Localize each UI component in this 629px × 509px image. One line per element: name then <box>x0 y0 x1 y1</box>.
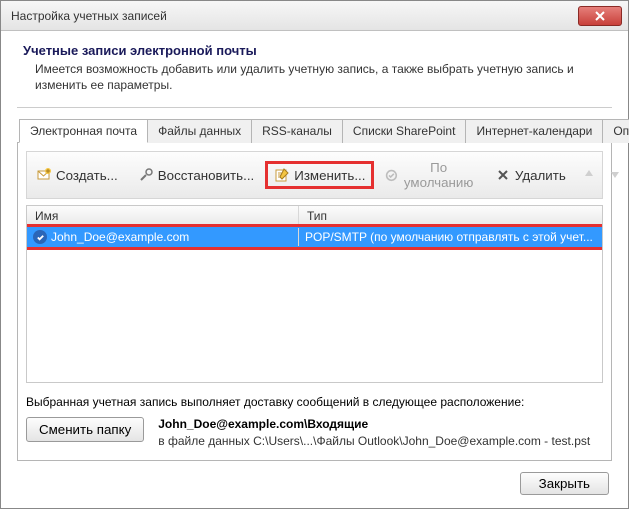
default-icon <box>385 167 398 183</box>
delivery-intro: Выбранная учетная запись выполняет доста… <box>26 395 603 409</box>
edit-label: Изменить... <box>294 168 365 183</box>
delete-button[interactable]: Удалить <box>488 163 573 187</box>
close-dialog-button[interactable]: Закрыть <box>520 472 609 495</box>
table-header: Имя Тип <box>27 206 602 227</box>
change-folder-button[interactable]: Сменить папку <box>26 417 144 442</box>
tab-published[interactable]: Опубликован <box>602 119 629 143</box>
delivery-section: Выбранная учетная запись выполняет доста… <box>26 395 603 448</box>
check-icon <box>33 230 47 244</box>
tab-email[interactable]: Электронная почта <box>19 119 148 143</box>
create-label: Создать... <box>56 168 118 183</box>
divider <box>17 107 612 108</box>
new-icon <box>36 167 52 183</box>
move-up-button <box>579 168 599 183</box>
default-button: По умолчанию <box>378 156 481 194</box>
repair-icon <box>138 167 154 183</box>
tab-datafiles[interactable]: Файлы данных <box>147 119 252 143</box>
tabstrip: Электронная почта Файлы данных RSS-канал… <box>17 118 612 143</box>
arrow-up-icon <box>583 168 595 180</box>
tab-internet-cal[interactable]: Интернет-календари <box>465 119 603 143</box>
accounts-table: Имя Тип John_Doe@example.com POP/SMTP (п… <box>26 205 603 383</box>
default-label: По умолчанию <box>402 160 475 190</box>
delete-label: Удалить <box>515 168 566 183</box>
delivery-path-sub: в файле данных C:\Users\...\Файлы Outloo… <box>158 434 603 448</box>
page-subheading: Имеется возможность добавить или удалить… <box>35 62 612 93</box>
close-icon <box>595 11 605 21</box>
edit-button[interactable]: Изменить... <box>267 163 372 187</box>
move-down-button <box>605 168 625 183</box>
toolbar: Создать... Восстановить... Изменить... П… <box>26 151 603 199</box>
footer: Закрыть <box>520 472 609 495</box>
edit-icon <box>274 167 290 183</box>
close-button[interactable] <box>578 6 622 26</box>
restore-button[interactable]: Восстановить... <box>131 163 261 187</box>
tab-panel-email: Создать... Восстановить... Изменить... П… <box>17 143 612 461</box>
delivery-path-main: John_Doe@example.com\Входящие <box>158 417 603 431</box>
table-row[interactable]: John_Doe@example.com POP/SMTP (по умолча… <box>27 227 602 247</box>
window-title: Настройка учетных записей <box>11 9 578 23</box>
col-type-header[interactable]: Тип <box>299 206 602 226</box>
account-type: POP/SMTP (по умолчанию отправлять с этой… <box>299 228 602 246</box>
account-name: John_Doe@example.com <box>51 230 189 244</box>
create-button[interactable]: Создать... <box>29 163 125 187</box>
titlebar: Настройка учетных записей <box>1 1 628 31</box>
tab-sharepoint[interactable]: Списки SharePoint <box>342 119 467 143</box>
delete-icon <box>495 167 511 183</box>
tab-rss[interactable]: RSS-каналы <box>251 119 343 143</box>
page-heading: Учетные записи электронной почты <box>23 43 612 58</box>
restore-label: Восстановить... <box>158 168 254 183</box>
arrow-down-icon <box>609 168 621 180</box>
col-name-header[interactable]: Имя <box>27 206 299 226</box>
